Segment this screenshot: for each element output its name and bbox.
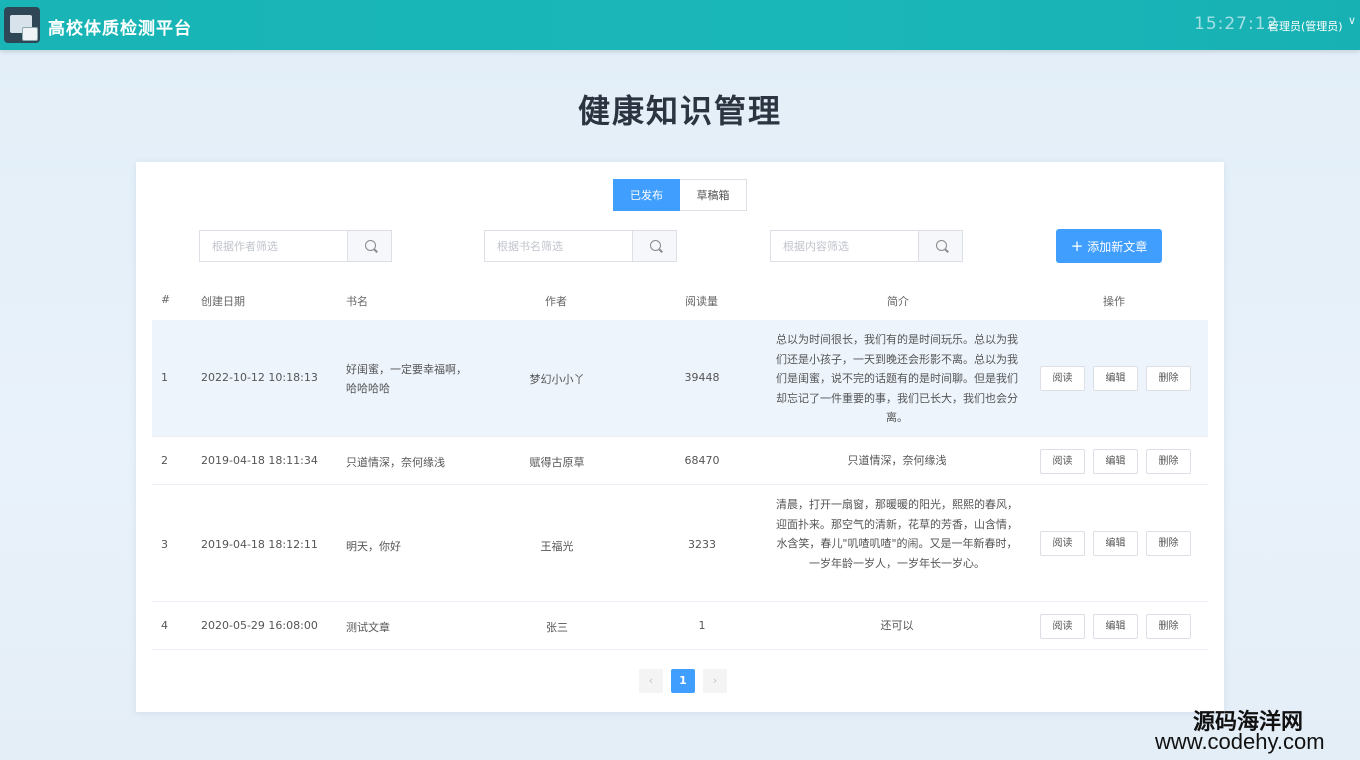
search-icon	[936, 240, 947, 251]
add-article-label: 添加新文章	[1087, 240, 1148, 254]
content-card: 已发布 草稿箱 +添加新文章 # 创建日期 书名 作者 阅读量 简介 操作 1 …	[136, 162, 1224, 712]
row-actions: 阅读 编辑 删除	[1040, 366, 1191, 391]
tab-published[interactable]: 已发布	[613, 179, 680, 211]
table-row: 4 2020-05-29 16:08:00 测试文章 张三 1 还可以 阅读 编…	[152, 602, 1208, 650]
col-title: 书名	[346, 295, 368, 308]
delete-button[interactable]: 删除	[1146, 449, 1191, 474]
prev-page-button[interactable]: ‹	[639, 669, 663, 693]
row-title: 测试文章	[346, 621, 390, 634]
row-reads: 3233	[688, 538, 716, 551]
add-article-button[interactable]: + 添加新文章	[1056, 229, 1162, 263]
read-button[interactable]: 阅读	[1040, 614, 1085, 639]
bookname-filter	[484, 230, 677, 262]
author-search-button[interactable]	[347, 230, 392, 262]
row-title: 好闺蜜，一定要幸福啊，哈哈哈哈	[346, 363, 467, 395]
content-filter	[770, 230, 963, 262]
row-date: 2019-04-18 18:11:34	[201, 454, 318, 467]
row-index: 2	[161, 454, 168, 467]
read-button[interactable]: 阅读	[1040, 531, 1085, 556]
col-reads: 阅读量	[685, 295, 718, 308]
row-author: 王福光	[540, 540, 574, 553]
col-actions: 操作	[1103, 295, 1125, 308]
watermark-url: www.codehy.com	[1155, 729, 1325, 754]
row-summary: 清晨，打开一扇窗，那暖暖的阳光，熙熙的春风，迎面扑来。那空气的清新，花草的芳香，…	[776, 498, 1018, 570]
top-header: 高校体质检测平台 15:27:12 管理员(管理员) ∨	[0, 0, 1360, 50]
row-author: 赋得古原草	[529, 456, 585, 469]
content-search-button[interactable]	[918, 230, 963, 262]
author-filter	[199, 230, 392, 262]
delete-button[interactable]: 删除	[1146, 366, 1191, 391]
row-actions: 阅读 编辑 删除	[1040, 614, 1191, 639]
pagination: ‹ 1 ›	[639, 669, 727, 693]
table-row: 1 2022-10-12 10:18:13 好闺蜜，一定要幸福啊，哈哈哈哈 梦幻…	[152, 320, 1208, 437]
content-search-input[interactable]	[770, 230, 918, 262]
bookname-search-input[interactable]	[484, 230, 632, 262]
row-author: 梦幻小小丫	[529, 373, 585, 386]
table-header: # 创建日期 书名 作者 阅读量 简介 操作	[152, 280, 1208, 320]
row-date: 2019-04-18 18:12:11	[201, 538, 318, 551]
read-button[interactable]: 阅读	[1040, 366, 1085, 391]
chevron-down-icon[interactable]: ∨	[1348, 14, 1356, 27]
row-title: 明天，你好	[346, 540, 401, 553]
status-tabs: 已发布 草稿箱	[613, 179, 747, 211]
row-index: 3	[161, 538, 168, 551]
page-title: 健康知识管理	[577, 92, 782, 130]
row-date: 2020-05-29 16:08:00	[201, 619, 318, 632]
row-reads: 1	[698, 619, 706, 632]
row-date: 2022-10-12 10:18:13	[201, 371, 318, 384]
delete-button[interactable]: 删除	[1146, 531, 1191, 556]
row-title: 只道情深，奈何缘浅	[346, 456, 445, 469]
edit-button[interactable]: 编辑	[1093, 366, 1138, 391]
user-menu[interactable]: 管理员(管理员)	[1268, 18, 1343, 34]
plus-icon: +	[1070, 237, 1084, 255]
row-index: 4	[161, 619, 168, 632]
bookname-search-button[interactable]	[632, 230, 677, 262]
row-summary: 还可以	[880, 619, 914, 632]
row-summary: 只道情深，奈何缘浅	[847, 454, 947, 467]
row-index: 1	[161, 371, 168, 384]
read-button[interactable]: 阅读	[1040, 449, 1085, 474]
table-row: 3 2019-04-18 18:12:11 明天，你好 王福光 3233 清晨，…	[152, 485, 1208, 602]
edit-button[interactable]: 编辑	[1093, 531, 1138, 556]
row-reads: 39448	[684, 371, 720, 384]
row-actions: 阅读 编辑 删除	[1040, 449, 1191, 474]
col-index: #	[161, 293, 171, 306]
delete-button[interactable]: 删除	[1146, 614, 1191, 639]
page-number-1[interactable]: 1	[671, 669, 695, 693]
row-summary: 总以为时间很长，我们有的是时间玩乐。总以为我们还是小孩子，一天到晚还会形影不离。…	[776, 333, 1018, 424]
row-reads: 68470	[684, 454, 720, 467]
tab-drafts[interactable]: 草稿箱	[680, 179, 747, 211]
col-summary: 简介	[887, 295, 909, 308]
author-search-input[interactable]	[199, 230, 347, 262]
app-logo-icon	[4, 7, 40, 43]
col-date: 创建日期	[201, 295, 245, 308]
search-icon	[365, 240, 376, 251]
col-author: 作者	[545, 295, 567, 308]
next-page-button[interactable]: ›	[703, 669, 727, 693]
clock: 15:27:12	[1194, 14, 1279, 34]
search-icon	[650, 240, 661, 251]
edit-button[interactable]: 编辑	[1093, 614, 1138, 639]
table-row: 2 2019-04-18 18:11:34 只道情深，奈何缘浅 赋得古原草 68…	[152, 437, 1208, 485]
edit-button[interactable]: 编辑	[1093, 449, 1138, 474]
row-actions: 阅读 编辑 删除	[1040, 531, 1191, 556]
row-author: 张三	[546, 621, 568, 634]
app-title: 高校体质检测平台	[48, 19, 192, 39]
